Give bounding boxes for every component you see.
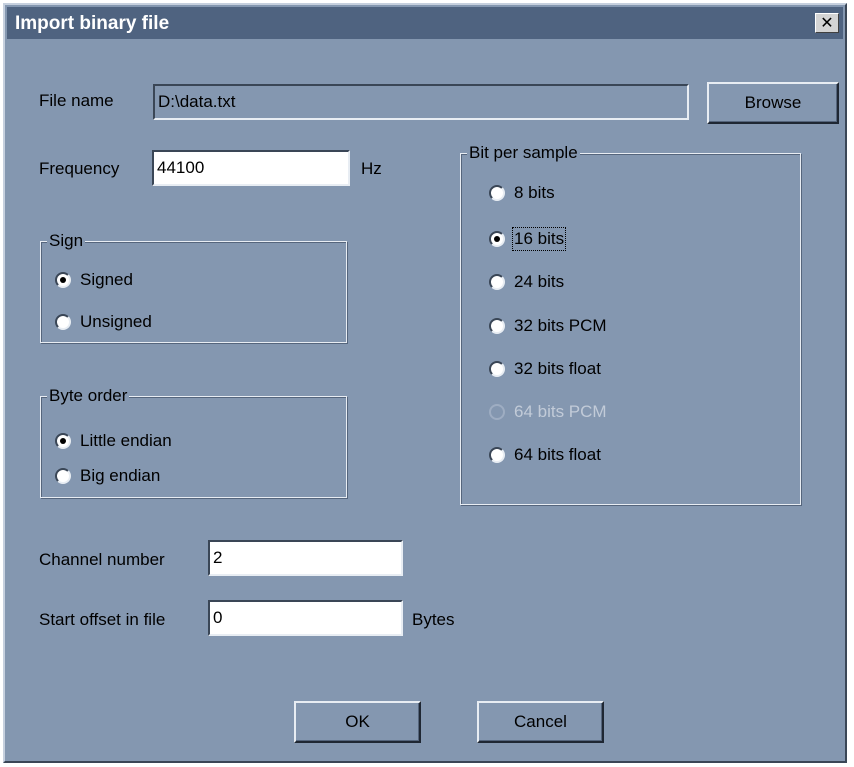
radio-24-bits-label: 24 bits [514, 272, 565, 291]
radio-8-bits[interactable]: 8 bits [489, 183, 555, 203]
radio-32-bits-pcm-indicator [489, 318, 505, 334]
radio-16-bits-label: 16 bits [511, 227, 567, 251]
radio-64-bits-pcm-indicator [489, 404, 505, 420]
frequency-unit: Hz [361, 159, 382, 178]
radio-signed-indicator [55, 272, 71, 288]
radio-signed[interactable]: Signed [55, 270, 133, 290]
title-bar: Import binary file ✕ [7, 7, 843, 39]
radio-little-endian[interactable]: Little endian [55, 431, 172, 451]
radio-64-bits-pcm[interactable]: 64 bits PCM [489, 402, 607, 422]
radio-32-bits-float-label: 32 bits float [514, 359, 601, 378]
window-title: Import binary file [15, 13, 170, 34]
radio-24-bits-indicator [489, 274, 505, 290]
frequency-label: Frequency [39, 159, 120, 178]
ok-button[interactable]: OK [294, 701, 421, 743]
byte-order-legend: Byte order [47, 386, 130, 406]
radio-unsigned-indicator [55, 314, 71, 330]
bit-per-sample-group: Bit per sample 8 bits 16 bits 24 bits 32… [460, 143, 801, 505]
file-name-field[interactable] [153, 84, 689, 120]
radio-16-bits[interactable]: 16 bits [489, 227, 567, 251]
file-name-label: File name [39, 91, 114, 110]
start-offset-label: Start offset in file [39, 610, 166, 629]
radio-64-bits-float-label: 64 bits float [514, 445, 601, 464]
radio-8-bits-label: 8 bits [514, 183, 555, 202]
channel-number-label: Channel number [39, 550, 165, 569]
channel-number-input[interactable] [208, 540, 403, 576]
bit-per-sample-legend: Bit per sample [467, 143, 580, 163]
radio-big-endian[interactable]: Big endian [55, 466, 160, 486]
radio-little-endian-label: Little endian [80, 431, 172, 450]
radio-32-bits-pcm[interactable]: 32 bits PCM [489, 316, 607, 336]
cancel-button[interactable]: Cancel [477, 701, 604, 743]
radio-16-bits-indicator [489, 231, 505, 247]
radio-signed-label: Signed [80, 270, 133, 289]
sign-legend: Sign [47, 231, 86, 251]
radio-big-endian-indicator [55, 468, 71, 484]
radio-32-bits-pcm-label: 32 bits PCM [514, 316, 607, 335]
radio-8-bits-indicator [489, 185, 505, 201]
start-offset-unit: Bytes [412, 610, 455, 629]
byte-order-group: Byte order Little endian Big endian [40, 386, 347, 498]
start-offset-input[interactable] [208, 600, 403, 636]
radio-unsigned[interactable]: Unsigned [55, 312, 152, 332]
radio-24-bits[interactable]: 24 bits [489, 272, 564, 292]
frequency-input[interactable] [152, 150, 350, 186]
sign-group: Sign Signed Unsigned [40, 231, 347, 343]
radio-unsigned-label: Unsigned [80, 312, 152, 331]
radio-32-bits-float[interactable]: 32 bits float [489, 359, 601, 379]
radio-64-bits-float-indicator [489, 447, 505, 463]
radio-little-endian-indicator [55, 433, 71, 449]
radio-64-bits-pcm-label: 64 bits PCM [514, 402, 607, 421]
import-binary-file-dialog: Import binary file ✕ File name Browse Fr… [3, 3, 847, 763]
radio-big-endian-label: Big endian [80, 466, 161, 485]
browse-button[interactable]: Browse [707, 82, 839, 124]
close-button[interactable]: ✕ [815, 13, 839, 33]
radio-32-bits-float-indicator [489, 361, 505, 377]
radio-64-bits-float[interactable]: 64 bits float [489, 445, 601, 465]
